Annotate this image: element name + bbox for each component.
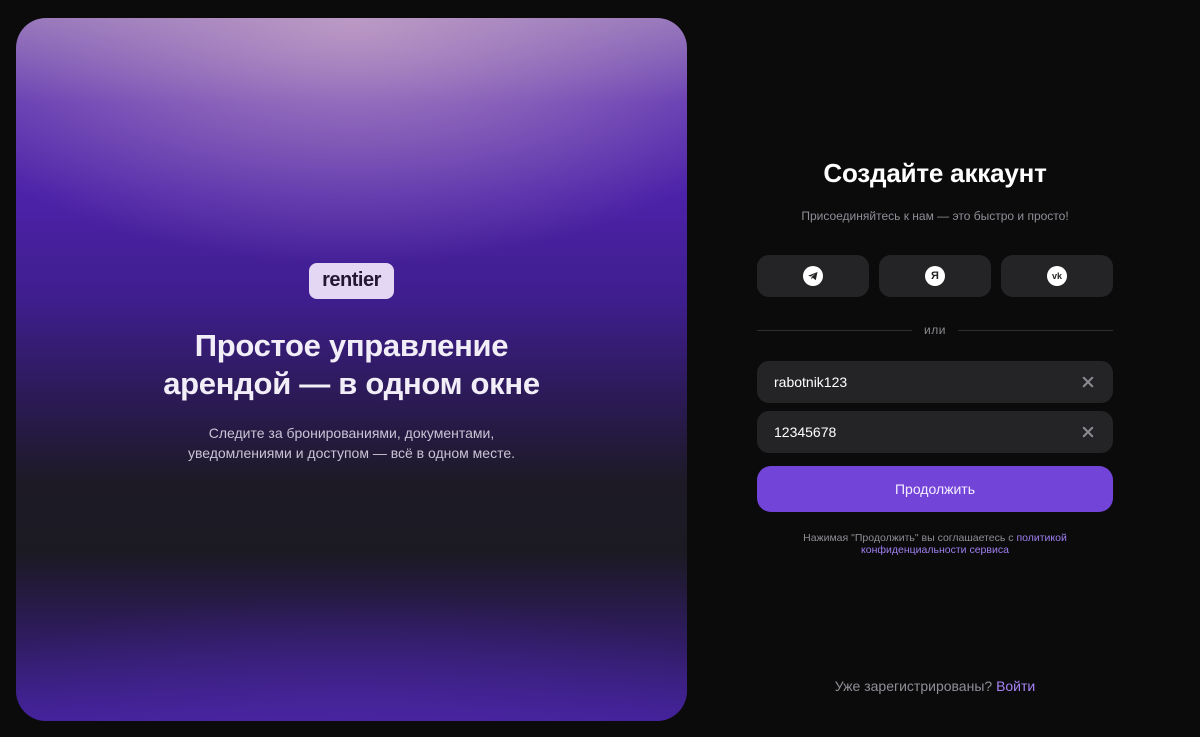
login-prompt: Уже зарегистрированы? Войти bbox=[757, 678, 1113, 694]
clear-password-icon[interactable] bbox=[1081, 425, 1095, 439]
hero-subtitle: Следите за бронированиями, документами, … bbox=[187, 425, 516, 461]
clear-login-icon[interactable] bbox=[1081, 375, 1095, 389]
divider-text: или bbox=[924, 323, 946, 337]
login-field bbox=[757, 361, 1113, 403]
continue-button[interactable]: Продолжить bbox=[757, 466, 1113, 512]
login-input[interactable] bbox=[774, 374, 1081, 390]
social-login-group: Я vk bbox=[757, 255, 1113, 297]
divider-line-right bbox=[957, 329, 1114, 331]
hero-panel: rentier Простое управление арендой — в о… bbox=[16, 18, 687, 721]
or-divider: или bbox=[757, 323, 1114, 337]
password-input[interactable] bbox=[774, 424, 1081, 440]
login-question: Уже зарегистрированы? bbox=[834, 678, 997, 694]
hero-content: rentier Простое управление арендой — в о… bbox=[16, 263, 687, 463]
login-link[interactable]: Войти bbox=[996, 678, 1035, 694]
password-field bbox=[757, 411, 1113, 453]
hero-title: Простое управление арендой — в одном окн… bbox=[163, 328, 540, 401]
signup-form: Создайте аккаунт Присоединяйтесь к нам —… bbox=[757, 150, 1114, 556]
rentier-logo: rentier bbox=[309, 263, 394, 299]
divider-line-left bbox=[757, 329, 913, 331]
telegram-icon bbox=[803, 266, 823, 286]
yandex-icon: Я bbox=[925, 266, 945, 286]
yandex-login-button[interactable]: Я bbox=[879, 255, 991, 297]
form-title: Создайте аккаунт bbox=[823, 158, 1047, 188]
telegram-login-button[interactable] bbox=[757, 255, 869, 297]
terms-prefix: Нажимая "Продолжить" вы соглашаетесь с bbox=[803, 532, 1017, 544]
terms-text: Нажимая "Продолжить" вы соглашаетесь с п… bbox=[785, 532, 1085, 556]
hero-glow bbox=[16, 488, 687, 721]
page: rentier Простое управление арендой — в о… bbox=[0, 0, 1200, 737]
form-subtitle: Присоединяйтесь к нам — это быстро и про… bbox=[801, 209, 1069, 223]
vk-login-button[interactable]: vk bbox=[1001, 255, 1113, 297]
vk-icon: vk bbox=[1047, 266, 1067, 286]
